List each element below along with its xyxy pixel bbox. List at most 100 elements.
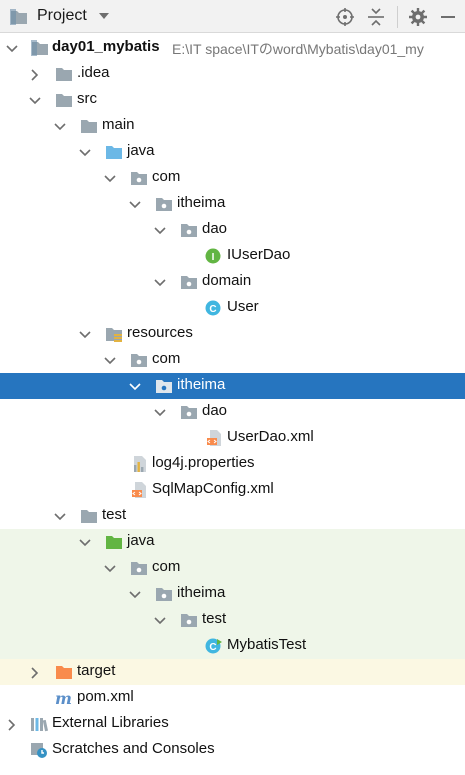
module-folder-icon [31, 40, 49, 56]
tree-item-test-test[interactable]: test [0, 607, 465, 633]
tree-item-resources-dao[interactable]: dao [0, 399, 465, 425]
chevron-down-icon[interactable] [104, 355, 116, 367]
tree-item-resources-itheima[interactable]: itheima [0, 373, 465, 399]
tree-item-label: target [77, 662, 116, 679]
tree-item-src[interactable]: src [0, 87, 465, 113]
chevron-down-icon[interactable] [104, 173, 116, 185]
project-folder-icon [10, 9, 28, 25]
package-icon [180, 274, 198, 290]
tree-item-label: com [152, 350, 181, 367]
tree-item-label: External Libraries [52, 714, 169, 731]
tree-item-label: java [127, 142, 155, 159]
tree-item-resources[interactable]: resources [0, 321, 465, 347]
xml-file-icon [130, 482, 148, 498]
tree-item-project-root[interactable]: day01_mybatis E:\IT space\ITのword\Mybati… [0, 35, 465, 61]
package-icon [130, 560, 148, 576]
tree-item-mybatistest[interactable]: C MybatisTest [0, 633, 465, 659]
tree-item-idea[interactable]: .idea [0, 61, 465, 87]
tree-item-scratches[interactable]: Scratches and Consoles [0, 737, 465, 763]
folder-icon [55, 92, 73, 108]
package-icon [180, 222, 198, 238]
tree-item-label: test [202, 610, 227, 627]
tree-item-test-com[interactable]: com [0, 555, 465, 581]
chevron-right-icon[interactable] [29, 69, 41, 81]
chevron-down-icon[interactable] [54, 121, 66, 133]
tree-item-label: itheima [177, 376, 226, 393]
locate-target-icon[interactable] [335, 7, 355, 27]
collapse-all-icon[interactable] [366, 7, 386, 27]
package-icon [155, 378, 173, 394]
chevron-down-icon[interactable] [79, 537, 91, 549]
tree-item-label: Scratches and Consoles [52, 740, 215, 757]
tree-item-java[interactable]: java [0, 139, 465, 165]
chevron-down-icon[interactable] [79, 147, 91, 159]
tree-item-label: .idea [77, 64, 110, 81]
tree-item-label: resources [127, 324, 193, 341]
hide-panel-icon[interactable] [438, 7, 458, 27]
tree-item-label: main [102, 116, 135, 133]
project-view-selector[interactable]: Project [37, 7, 87, 25]
svg-text:C: C [209, 304, 216, 315]
tree-item-label: IUserDao [227, 246, 291, 263]
tree-item-test[interactable]: test [0, 503, 465, 529]
package-icon [155, 586, 173, 602]
tree-item-label: SqlMapConfig.xml [152, 480, 274, 497]
folder-icon [80, 508, 98, 524]
tree-item-label: dao [202, 402, 228, 419]
chevron-down-icon[interactable] [6, 43, 18, 55]
tree-item-main[interactable]: main [0, 113, 465, 139]
tree-item-label: itheima [177, 584, 226, 601]
package-icon [130, 352, 148, 368]
svg-text:I: I [212, 252, 215, 263]
svg-text:m: m [55, 690, 72, 706]
scratches-icon [31, 743, 47, 758]
tree-item-target[interactable]: target [0, 659, 465, 685]
tree-item-sqlmapconfig-xml[interactable]: SqlMapConfig.xml [0, 477, 465, 503]
tree-item-label: User [227, 298, 259, 315]
tree-item-iuserdao[interactable]: I IUserDao [0, 243, 465, 269]
tree-item-label: java [127, 532, 155, 549]
chevron-down-icon[interactable] [29, 95, 41, 107]
libraries-icon [31, 718, 48, 732]
tree-item-userdao-xml[interactable]: UserDao.xml [0, 425, 465, 451]
chevron-down-icon[interactable] [154, 407, 166, 419]
resources-folder-icon [105, 326, 123, 342]
chevron-down-icon[interactable] [98, 10, 110, 22]
folder-icon [55, 66, 73, 82]
tree-item-user[interactable]: C User [0, 295, 465, 321]
project-path: E:\IT space\ITのword\Mybatis\day01_my [172, 41, 424, 57]
toolbar-divider [397, 6, 398, 28]
chevron-down-icon[interactable] [154, 225, 166, 237]
gear-icon[interactable] [408, 7, 428, 27]
tree-item-log4j-properties[interactable]: log4j.properties [0, 451, 465, 477]
chevron-down-icon[interactable] [154, 615, 166, 627]
tree-item-label: src [77, 90, 97, 107]
chevron-down-icon[interactable] [104, 563, 116, 575]
chevron-right-icon[interactable] [6, 719, 18, 731]
chevron-down-icon[interactable] [129, 381, 141, 393]
test-source-folder-icon [105, 534, 123, 550]
tree-item-test-java[interactable]: java [0, 529, 465, 555]
tree-item-itheima[interactable]: itheima [0, 191, 465, 217]
chevron-down-icon[interactable] [79, 329, 91, 341]
tree-item-pom-xml[interactable]: m pom.xml [0, 685, 465, 711]
tree-item-label: domain [202, 272, 252, 289]
tree-item-external-libraries[interactable]: External Libraries [0, 711, 465, 737]
package-icon [180, 612, 198, 628]
tree-item-resources-com[interactable]: com [0, 347, 465, 373]
maven-icon: m [55, 690, 72, 706]
tree-item-test-itheima[interactable]: itheima [0, 581, 465, 607]
tree-item-label: MybatisTest [227, 636, 307, 653]
test-class-icon: C [205, 638, 222, 654]
tree-item-dao[interactable]: dao [0, 217, 465, 243]
chevron-down-icon[interactable] [54, 511, 66, 523]
tree-item-label: itheima [177, 194, 226, 211]
tree-item-label: test [102, 506, 127, 523]
chevron-down-icon[interactable] [154, 277, 166, 289]
folder-icon [80, 118, 98, 134]
tree-item-com[interactable]: com [0, 165, 465, 191]
chevron-right-icon[interactable] [29, 667, 41, 679]
chevron-down-icon[interactable] [129, 589, 141, 601]
chevron-down-icon[interactable] [129, 199, 141, 211]
tree-item-domain[interactable]: domain [0, 269, 465, 295]
